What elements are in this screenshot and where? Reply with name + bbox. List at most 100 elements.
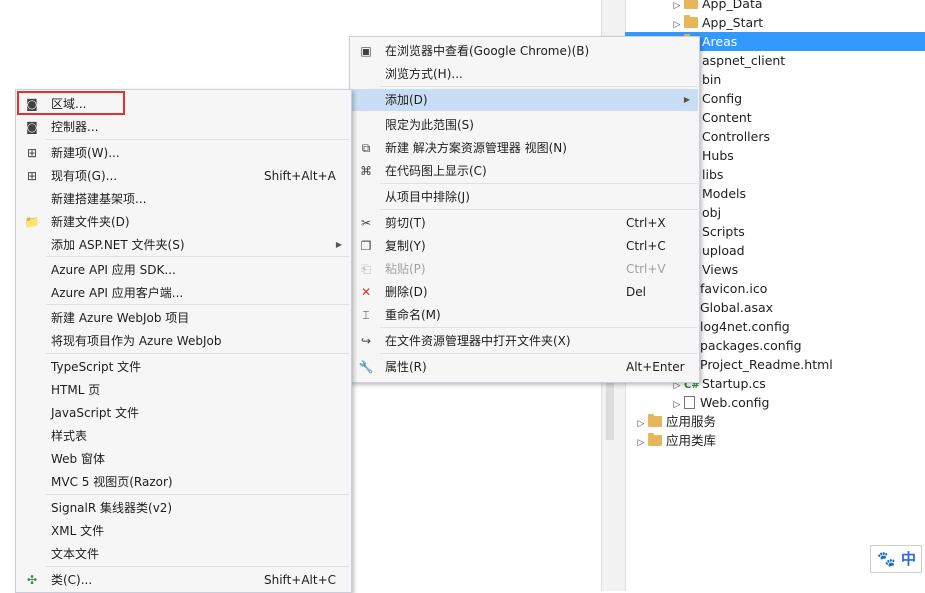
menu-item-new-view[interactable]: ⧉ 新建 解决方案资源管理器 视图(N) xyxy=(351,137,698,159)
menu-item-open-folder-arrow[interactable]: ↪ 在文件资源管理器中打开文件夹(X) xyxy=(351,330,698,352)
menu-separator xyxy=(46,566,349,567)
tree-item-label: Web.config xyxy=(700,395,770,410)
menu-item-label: Azure API 应用 SDK... xyxy=(51,263,176,277)
menu-item-wrench[interactable]: 🔧 属性(R) Alt+Enter xyxy=(351,356,698,378)
menu-item-label: SignalR 集线器类(v2) xyxy=(51,501,173,515)
code-map-icon: ⌘ xyxy=(360,164,372,178)
menu-item-label: 属性(R) xyxy=(385,360,427,374)
add-menu-item-item-16[interactable]: MVC 5 视图页(Razor) xyxy=(17,471,350,493)
scissors-icon: ✂ xyxy=(360,216,372,230)
add-menu-item-item-17[interactable]: SignalR 集线器类(v2) xyxy=(17,497,350,519)
add-menu-item-item-4[interactable]: 新建搭建基架项... xyxy=(17,188,350,210)
highlight-annotation-box xyxy=(17,91,125,115)
shortcut-text: Ctrl+C xyxy=(626,239,666,253)
menu-item-item-2[interactable]: 添加(D) ▶ xyxy=(351,89,698,111)
add-menu-item-class[interactable]: ✣ 类(C)... Shift+Alt+C xyxy=(17,569,350,591)
add-menu-item-existing-item[interactable]: ⊞ 现有项(G)... Shift+Alt+A xyxy=(17,165,350,187)
menu-item-item-3[interactable]: 限定为此范围(S) xyxy=(351,114,698,136)
new-folder-icon: 📁 xyxy=(24,215,40,229)
menu-item-label: Azure API 应用客户端... xyxy=(51,286,184,300)
add-menu-item-item-15[interactable]: Web 窗体 xyxy=(17,448,350,470)
tree-item-label: bin xyxy=(702,72,722,87)
copy-icon: ❐ xyxy=(360,239,372,253)
browser-icon: ▣ xyxy=(360,44,372,58)
menu-item-label: 限定为此范围(S) xyxy=(385,118,474,132)
add-submenu: ◙ 区域... ◙ 控制器... ⊞ 新建项(W)... ⊞ 现有项(G)... Shift+A… xyxy=(15,89,352,593)
tree-item-app-start[interactable]: ▷ App_Start xyxy=(670,13,763,32)
add-menu-item-item-10[interactable]: 将现有项目作为 Azure WebJob xyxy=(17,330,350,352)
tree-item[interactable]: ▷ 应用类库 xyxy=(634,431,716,450)
menu-item-copy[interactable]: ❐ 复制(Y) Ctrl+C xyxy=(351,235,698,257)
menu-item-label: 新建搭建基架项... xyxy=(51,192,147,206)
tree-item-label: aspnet_client xyxy=(702,53,786,68)
menu-item-label: Web 窗体 xyxy=(51,452,105,466)
menu-separator xyxy=(380,183,697,184)
new-view-icon: ⧉ xyxy=(361,141,371,155)
add-menu-item-item-14[interactable]: 样式表 xyxy=(17,425,350,447)
menu-item-label: 在代码图上显示(C) xyxy=(385,164,487,178)
add-menu-item-item-12[interactable]: HTML 页 xyxy=(17,379,350,401)
menu-item-label: XML 文件 xyxy=(51,524,105,538)
tree-item-label: Content xyxy=(702,110,752,125)
tree-item-label: Startup.cs xyxy=(702,376,766,391)
tree-item-label: favicon.ico xyxy=(700,281,768,296)
tree-item-label: Global.asax xyxy=(700,300,774,315)
menu-item-browser[interactable]: ▣ 在浏览器中查看(Google Chrome)(B) xyxy=(351,40,698,62)
menu-item-scissors[interactable]: ✂ 剪切(T) Ctrl+X xyxy=(351,212,698,234)
tree-item[interactable]: ▷ 应用服务 xyxy=(634,412,716,431)
project-context-menu: ▣ 在浏览器中查看(Google Chrome)(B) 浏览方式(H)... 添加(D… xyxy=(349,36,700,383)
menu-separator xyxy=(46,494,349,495)
menu-separator xyxy=(380,327,697,328)
tree-item-app-data[interactable]: ▷ App_Data xyxy=(670,0,763,13)
tree-item-label: log4net.config xyxy=(700,319,790,334)
delete-x-icon: ✕ xyxy=(360,285,372,299)
tree-item-label: obj xyxy=(702,205,722,220)
tree-item-label: Models xyxy=(702,186,747,201)
add-menu-item-item-11[interactable]: TypeScript 文件 xyxy=(17,356,350,378)
menu-item-label: 新建 解决方案资源管理器 视图(N) xyxy=(385,141,567,155)
menu-item-label: 新建 Azure WebJob 项目 xyxy=(51,311,190,325)
submenu-arrow-icon: ▶ xyxy=(683,95,690,104)
add-menu-item-item-19[interactable]: 文本文件 xyxy=(17,543,350,565)
add-menu-item-controller[interactable]: ◙ 控制器... xyxy=(17,116,350,138)
menu-item-paste[interactable]: ⎗ 粘贴(P) Ctrl+V xyxy=(351,258,698,280)
tree-item-label: upload xyxy=(702,243,745,258)
shortcut-text: Ctrl+V xyxy=(626,262,666,276)
ime-indicator[interactable]: 🐾 中 xyxy=(870,545,922,573)
menu-item-rename[interactable]: ⌶ 重命名(M) xyxy=(351,304,698,326)
tree-item-label: Views xyxy=(702,262,739,277)
tree-item-label: Controllers xyxy=(702,129,770,144)
menu-item-label: 添加 ASP.NET 文件夹(S) xyxy=(51,238,185,252)
shortcut-text: Shift+Alt+A xyxy=(264,169,336,183)
add-menu-item-item-7[interactable]: Azure API 应用 SDK... xyxy=(17,259,350,281)
shortcut-text: Ctrl+X xyxy=(626,216,666,230)
menu-item-item-1[interactable]: 浏览方式(H)... xyxy=(351,63,698,85)
menu-item-label: 复制(Y) xyxy=(385,239,426,253)
ime-mode-label: 中 xyxy=(901,550,917,568)
add-menu-item-new-folder[interactable]: 📁 新建文件夹(D) xyxy=(17,211,350,233)
tree-item-web-config[interactable]: ▷ Web.config xyxy=(670,393,770,412)
tree-item-label: Areas xyxy=(702,34,738,49)
submenu-arrow-icon: ▶ xyxy=(335,240,342,249)
menu-item-label: 重命名(M) xyxy=(385,308,441,322)
menu-item-label: 添加(D) xyxy=(385,93,428,107)
menu-item-delete-x[interactable]: ✕ 删除(D) Del xyxy=(351,281,698,303)
menu-separator xyxy=(380,209,697,210)
add-menu-item-item-9[interactable]: 新建 Azure WebJob 项目 xyxy=(17,307,350,329)
add-menu-item-item-13[interactable]: JavaScript 文件 xyxy=(17,402,350,424)
add-menu-item-new-item[interactable]: ⊞ 新建项(W)... xyxy=(17,142,350,164)
open-folder-arrow-icon: ↪ xyxy=(360,334,372,348)
add-menu-item-item-18[interactable]: XML 文件 xyxy=(17,520,350,542)
add-menu-item-item-8[interactable]: Azure API 应用客户端... xyxy=(17,282,350,304)
menu-item-label: 从项目中排除(J) xyxy=(385,190,470,204)
paste-icon: ⎗ xyxy=(361,262,371,276)
folder-icon xyxy=(648,433,662,446)
tree-item-label: libs xyxy=(702,167,724,182)
menu-item-code-map[interactable]: ⌘ 在代码图上显示(C) xyxy=(351,160,698,182)
add-menu-item-item-6[interactable]: 添加 ASP.NET 文件夹(S) ▶ xyxy=(17,234,350,256)
tree-item-label: App_Start xyxy=(702,15,764,30)
tree-item-label: packages.config xyxy=(700,338,802,353)
menu-item-label: 将现有项目作为 Azure WebJob xyxy=(51,334,222,348)
menu-item-item-6[interactable]: 从项目中排除(J) xyxy=(351,186,698,208)
expand-arrow-icon[interactable]: ▷ xyxy=(634,434,648,453)
